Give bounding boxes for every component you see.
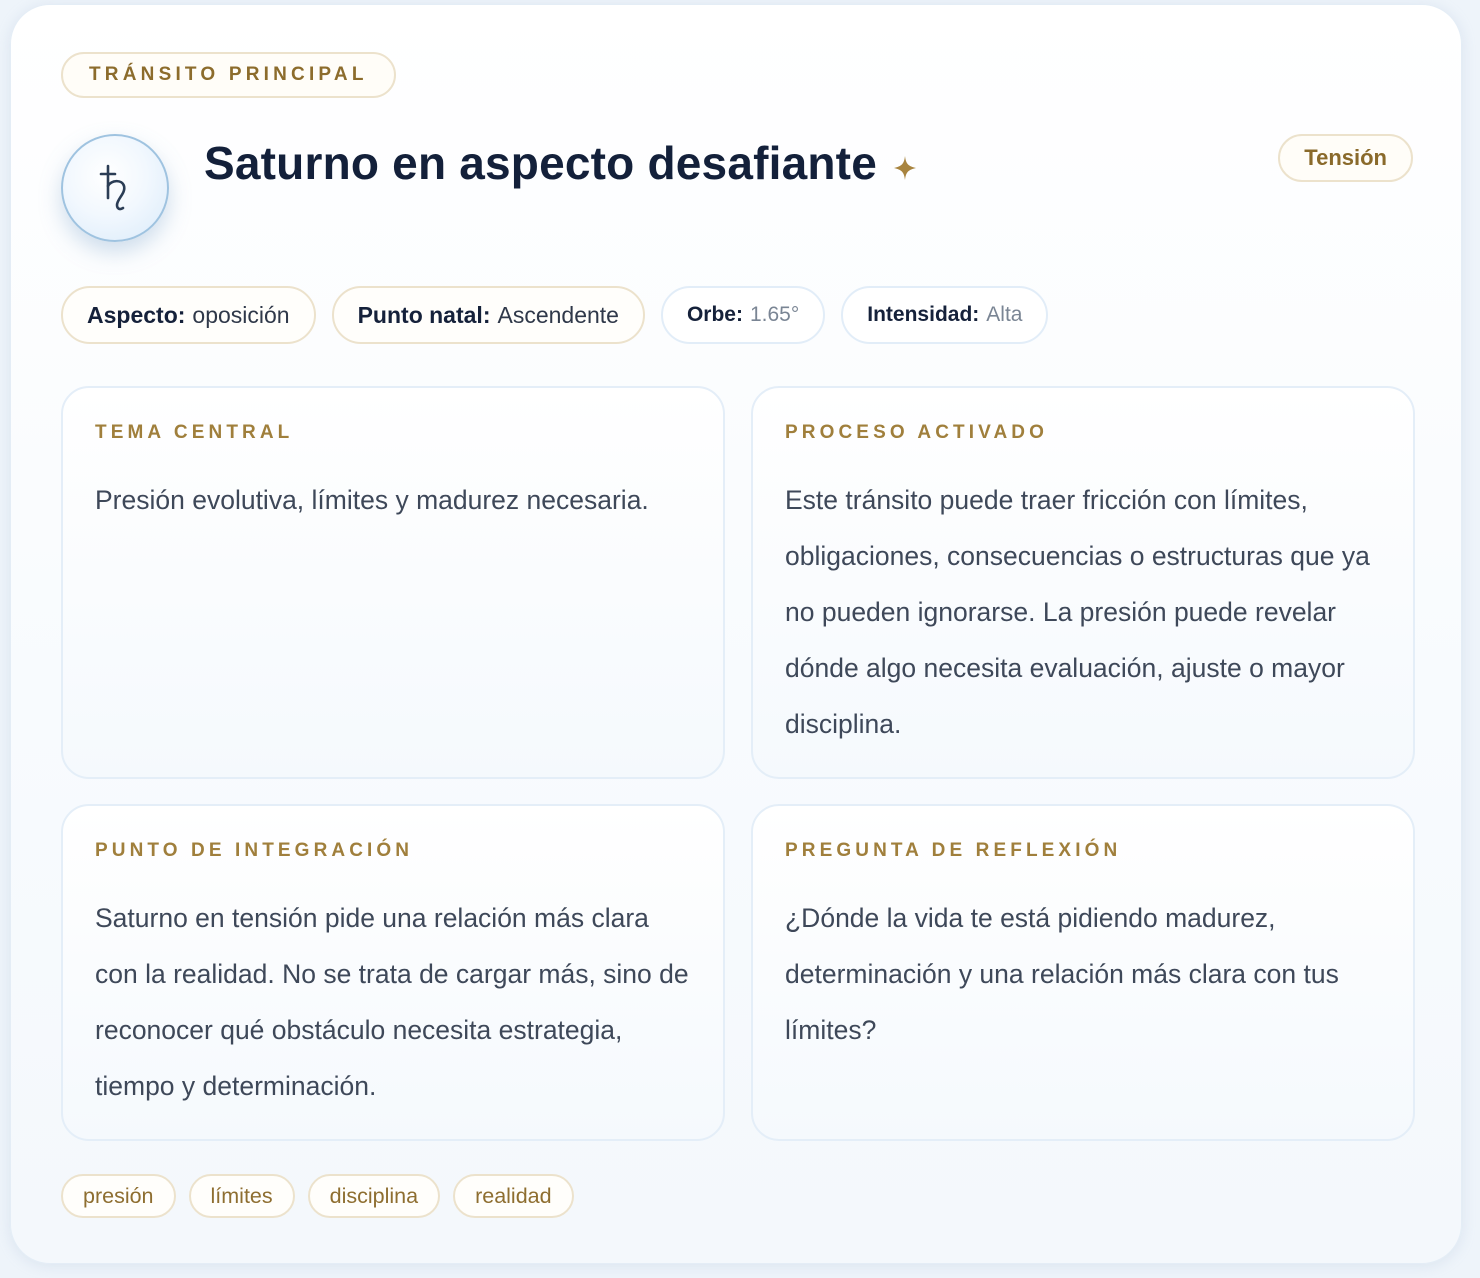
activated-process-panel: PROCESO ACTIVADO Este tránsito puede tra… xyxy=(751,386,1415,779)
sparkle-icon xyxy=(893,155,917,181)
tension-badge: Tensión xyxy=(1278,134,1413,182)
natal-point-pill: Punto natal: Ascendente xyxy=(331,286,645,344)
aspect-value: oposición xyxy=(192,301,290,328)
orb-key: Orbe: xyxy=(686,303,743,326)
natal-point-value: Ascendente xyxy=(497,301,619,328)
panel-label: PROCESO ACTIVADO xyxy=(785,422,1049,443)
tag-chip[interactable]: disciplina xyxy=(307,1174,441,1218)
intensity-pill: Intensidad: Alta xyxy=(841,286,1049,344)
aspect-pill: Aspecto: oposición xyxy=(61,286,316,344)
panel-text: Saturno en tensión pide una relación más… xyxy=(95,903,689,1101)
panel-text: Presión evolutiva, límites y madurez nec… xyxy=(95,485,649,515)
reflection-question-panel: PREGUNTA DE REFLEXIÓN ¿Dónde la vida te … xyxy=(751,804,1415,1141)
transit-card: TRÁNSITO PRINCIPAL Saturno en aspecto de… xyxy=(10,4,1462,1264)
page-title: Saturno en aspecto desafiante xyxy=(204,137,877,189)
intensity-key: Intensidad: xyxy=(867,303,980,326)
intensity-value: Alta xyxy=(986,303,1023,326)
panel-text: ¿Dónde la vida te está pidiendo madurez,… xyxy=(785,903,1339,1045)
tag-chip[interactable]: presión xyxy=(61,1174,176,1218)
aspect-key: Aspecto: xyxy=(87,301,186,328)
panel-label: PUNTO DE INTEGRACIÓN xyxy=(95,840,414,861)
orb-value: 1.65° xyxy=(749,303,800,326)
eyebrow-label: TRÁNSITO PRINCIPAL xyxy=(61,52,396,98)
panel-text: Este tránsito puede traer fricción con l… xyxy=(785,485,1370,739)
integration-point-panel: PUNTO DE INTEGRACIÓN Saturno en tensión … xyxy=(61,804,725,1141)
tag-chip[interactable]: realidad xyxy=(453,1174,574,1218)
saturn-glyph-icon xyxy=(61,134,169,242)
natal-point-key: Punto natal: xyxy=(357,301,491,328)
central-theme-panel: TEMA CENTRAL Presión evolutiva, límites … xyxy=(61,386,725,779)
tag-chip[interactable]: límites xyxy=(188,1174,295,1218)
orb-pill: Orbe: 1.65° xyxy=(660,286,826,344)
meta-row: Aspecto: oposición Punto natal: Ascenden… xyxy=(61,286,1049,344)
panel-label: TEMA CENTRAL xyxy=(95,422,294,443)
panel-label: PREGUNTA DE REFLEXIÓN xyxy=(785,840,1122,861)
title-row: Saturno en aspecto desafiante xyxy=(204,133,917,193)
tag-list: presión límites disciplina realidad xyxy=(61,1174,574,1218)
